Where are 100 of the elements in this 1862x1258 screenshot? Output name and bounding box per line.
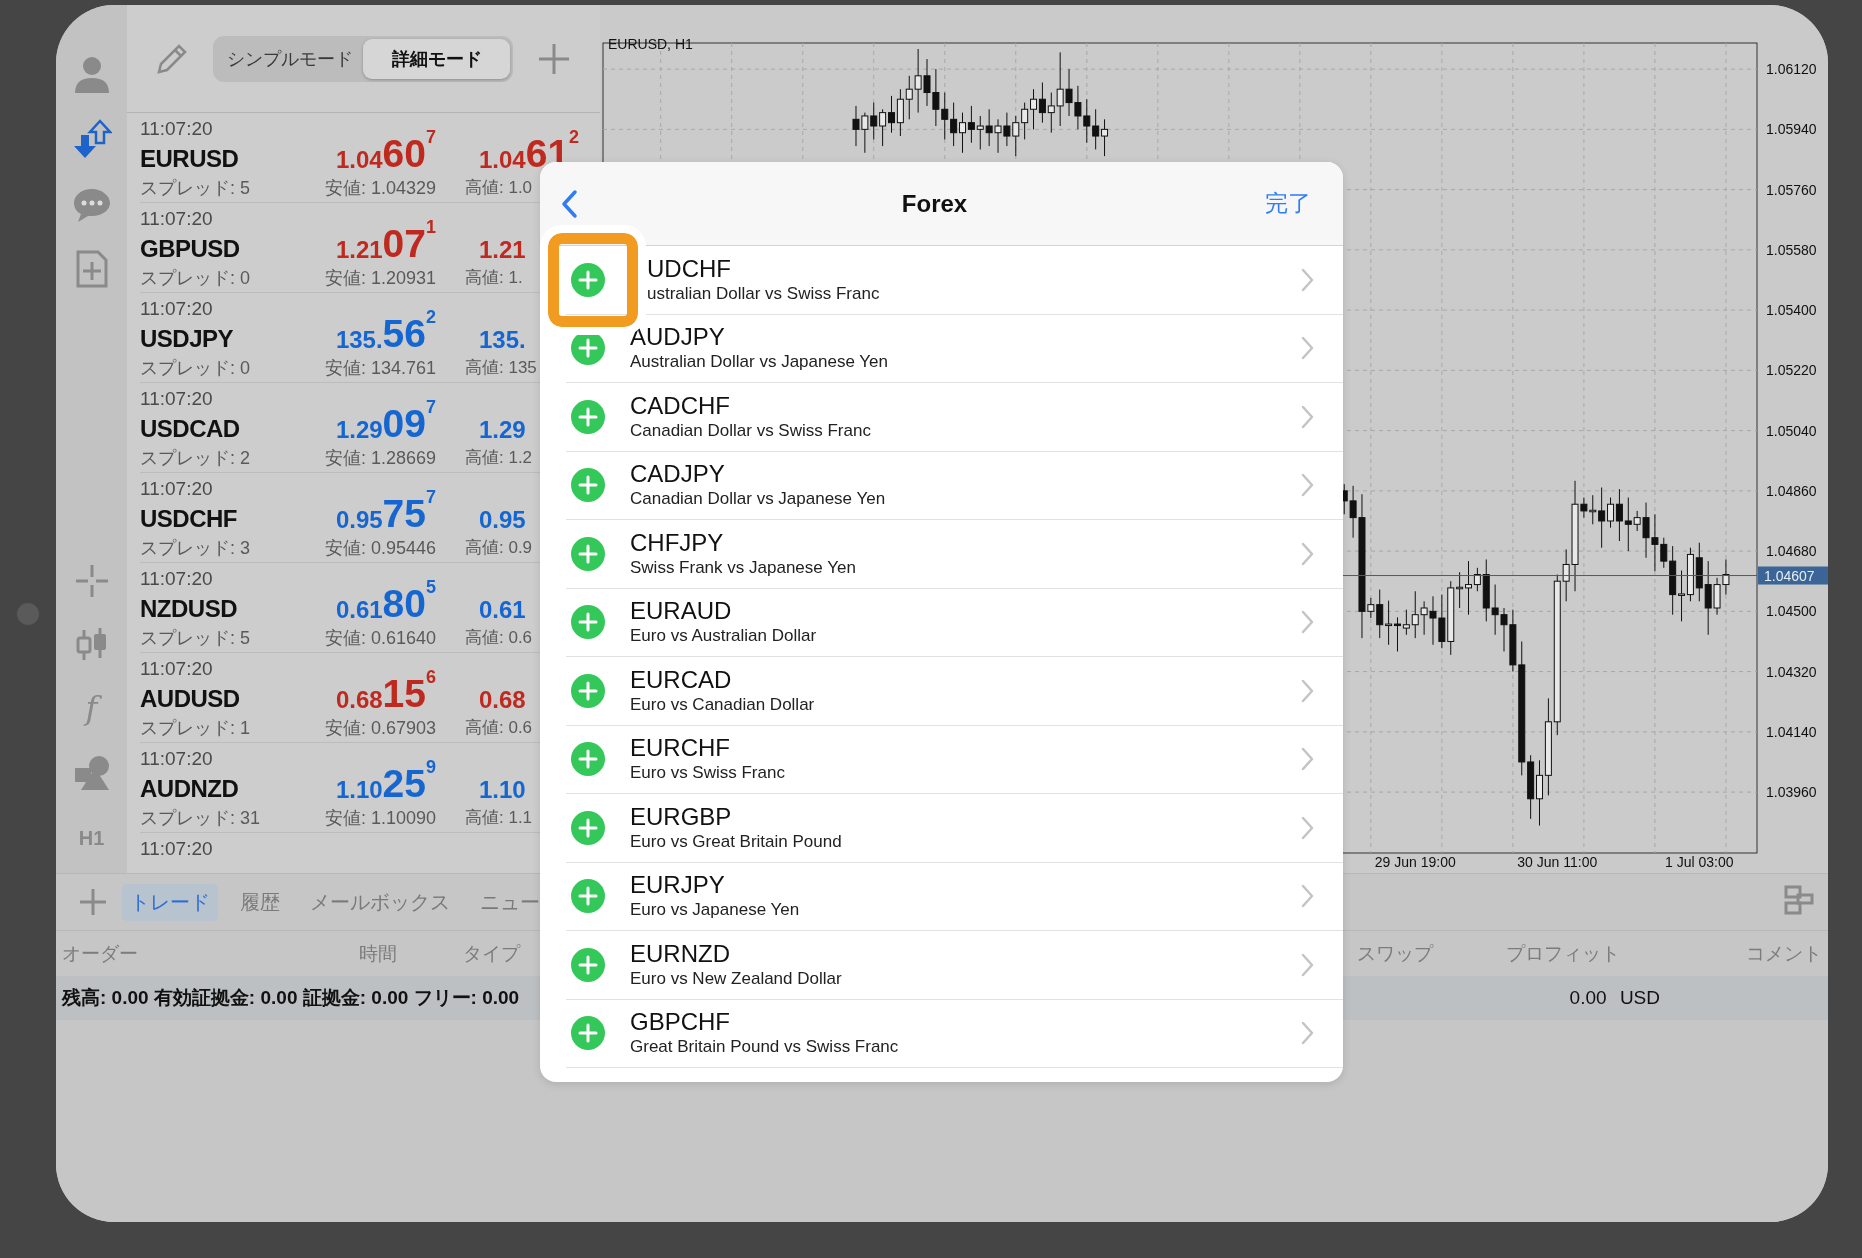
symbol-row[interactable]: EURCHF Euro vs Swiss Franc bbox=[566, 725, 1343, 794]
add-icon[interactable] bbox=[571, 673, 605, 708]
quote-time: 11:07:20 bbox=[140, 387, 213, 411]
dialog-title: Forex bbox=[901, 189, 968, 218]
chevron-right-icon bbox=[1300, 540, 1315, 567]
add-icon[interactable] bbox=[571, 468, 605, 503]
quote-time: 11:07:20 bbox=[140, 657, 213, 681]
add-icon[interactable] bbox=[571, 262, 605, 297]
symbol-name[interactable]: USDJPY bbox=[140, 323, 234, 355]
quote-time: 11:07:20 bbox=[140, 477, 213, 501]
chart-title: EURUSD, H1 bbox=[608, 36, 693, 52]
high-price: 高値: 135 bbox=[465, 357, 537, 379]
price-label: 1.05760 bbox=[1766, 181, 1817, 198]
shapes-icon[interactable] bbox=[72, 754, 111, 792]
symbol-row[interactable]: AUDJPY Australian Dollar vs Japanese Yen bbox=[566, 314, 1343, 383]
symbol-description: Swiss Frank vs Japanese Yen bbox=[630, 556, 856, 579]
add-icon[interactable] bbox=[571, 536, 605, 571]
candlestick bbox=[1092, 108, 1100, 150]
add-icon[interactable] bbox=[537, 41, 571, 76]
price: 135. bbox=[478, 325, 526, 355]
symbol-description: Euro vs Australian Dollar bbox=[630, 625, 817, 648]
candlestick bbox=[959, 112, 967, 154]
price-label: 1.04680 bbox=[1766, 543, 1817, 560]
arrows-icon[interactable] bbox=[71, 119, 112, 159]
chevron-right-icon bbox=[1300, 403, 1315, 430]
symbol-name: CADJPY bbox=[630, 460, 725, 489]
spread-label: スプレッド: 2 bbox=[140, 447, 250, 470]
symbol-name[interactable]: GBPUSD bbox=[140, 233, 240, 265]
candlestick bbox=[950, 102, 958, 147]
windows-icon[interactable] bbox=[1784, 885, 1814, 915]
add-icon[interactable] bbox=[571, 742, 605, 777]
person-icon[interactable] bbox=[72, 55, 111, 93]
symbol-name: UDCHF bbox=[647, 254, 731, 283]
price-label: 1.04320 bbox=[1766, 663, 1817, 680]
add-icon[interactable] bbox=[78, 887, 108, 917]
spread-label: スプレッド: 1 bbox=[140, 717, 250, 740]
candlestick bbox=[888, 95, 895, 134]
high-price: 高値: 0.9 bbox=[465, 537, 533, 559]
price: 0.61 bbox=[478, 595, 526, 625]
symbol-name[interactable]: USDCHF bbox=[140, 503, 237, 535]
symbol-row[interactable]: EURCAD Euro vs Canadian Dollar bbox=[566, 657, 1343, 726]
high-price: 高値: 1.1 bbox=[465, 807, 533, 829]
add-icon[interactable] bbox=[571, 810, 605, 845]
symbol-name[interactable]: AUDNZD bbox=[140, 773, 239, 805]
crosshair-icon[interactable] bbox=[73, 563, 110, 599]
symbol-name[interactable]: EURUSD bbox=[140, 143, 239, 175]
candlestick bbox=[1465, 560, 1472, 616]
price-label: 1.05580 bbox=[1766, 241, 1817, 258]
symbol-name[interactable]: USDCAD bbox=[140, 413, 240, 445]
column-header: プロフィット bbox=[1506, 941, 1620, 966]
symbol-name: AUDJPY bbox=[630, 323, 725, 352]
candlestick bbox=[1101, 118, 1109, 157]
symbol-name[interactable]: AUDUSD bbox=[140, 683, 240, 715]
symbol-row[interactable]: CADCHF Canadian Dollar vs Swiss Franc bbox=[566, 383, 1343, 452]
mode-tab[interactable]: シンプルモード bbox=[216, 38, 363, 79]
low-price: 安値: 0.67903 bbox=[324, 717, 436, 740]
candlestick bbox=[1678, 570, 1686, 622]
symbol-row[interactable]: UDCHF ustralian Dollar vs Swiss Franc bbox=[566, 246, 1343, 315]
quote-time: 11:07:20 bbox=[140, 837, 213, 861]
symbol-name: EURGBP bbox=[630, 802, 732, 831]
quote-time: 11:07:20 bbox=[140, 567, 213, 591]
profit-total: 0.00 USD bbox=[1569, 987, 1660, 1009]
low-price: 安値: 0.61640 bbox=[324, 627, 436, 650]
symbol-row[interactable]: EURAUD Euro vs Australian Dollar bbox=[566, 588, 1343, 657]
mode-tab[interactable]: 詳細モード bbox=[363, 38, 510, 79]
symbol-row[interactable]: CHFJPY Swiss Frank vs Japanese Yen bbox=[566, 520, 1343, 589]
chevron-right-icon bbox=[1300, 266, 1315, 293]
symbol-row[interactable]: GBPCHF Great Britain Pound vs Swiss Franc bbox=[566, 999, 1343, 1068]
high-price: 高値: 1. bbox=[465, 267, 523, 289]
symbol-row[interactable]: EURGBP Euro vs Great Britain Pound bbox=[566, 794, 1343, 863]
chevron-right-icon bbox=[1300, 677, 1315, 704]
add-icon[interactable] bbox=[571, 605, 605, 640]
price: 0.95 bbox=[478, 505, 526, 535]
low-price: 安値: 0.95446 bbox=[324, 537, 436, 560]
balance-summary: 残高: 0.00 有効証拠金: 0.00 証拠金: 0.00 フリー: 0.00 bbox=[62, 986, 520, 1010]
candlestick bbox=[1536, 759, 1544, 827]
candlestick bbox=[1402, 609, 1410, 636]
symbol-description: Euro vs Japanese Yen bbox=[630, 899, 800, 922]
price-label: 1.05040 bbox=[1766, 422, 1817, 439]
quote-time: 11:07:20 bbox=[140, 117, 213, 141]
add-icon[interactable] bbox=[571, 947, 605, 982]
symbol-row[interactable]: CADJPY Canadian Dollar vs Japanese Yen bbox=[566, 451, 1343, 520]
chevron-right-icon bbox=[1300, 814, 1315, 841]
price-label: 1.06120 bbox=[1766, 61, 1817, 78]
spread-label: スプレッド: 0 bbox=[140, 267, 250, 290]
add-icon[interactable] bbox=[571, 1016, 605, 1051]
symbol-row[interactable]: EURJPY Euro vs Japanese Yen bbox=[566, 862, 1343, 931]
spread-label: スプレッド: 31 bbox=[140, 807, 261, 830]
candlestick bbox=[1393, 616, 1401, 652]
symbol-description: Canadian Dollar vs Swiss Franc bbox=[630, 419, 871, 442]
symbol-description: Euro vs Swiss Franc bbox=[630, 762, 785, 785]
symbol-row[interactable]: EURNZD Euro vs New Zealand Dollar bbox=[566, 931, 1343, 1000]
spread-label: スプレッド: 3 bbox=[140, 537, 250, 560]
add-icon[interactable] bbox=[571, 879, 605, 914]
done-button[interactable]: 完了 bbox=[1261, 184, 1315, 223]
chevron-right-icon bbox=[1300, 951, 1315, 978]
symbol-name[interactable]: NZDUSD bbox=[140, 593, 237, 625]
candlestick bbox=[1607, 497, 1615, 529]
low-price: 安値: 1.20931 bbox=[324, 267, 436, 290]
add-icon[interactable] bbox=[571, 399, 605, 434]
